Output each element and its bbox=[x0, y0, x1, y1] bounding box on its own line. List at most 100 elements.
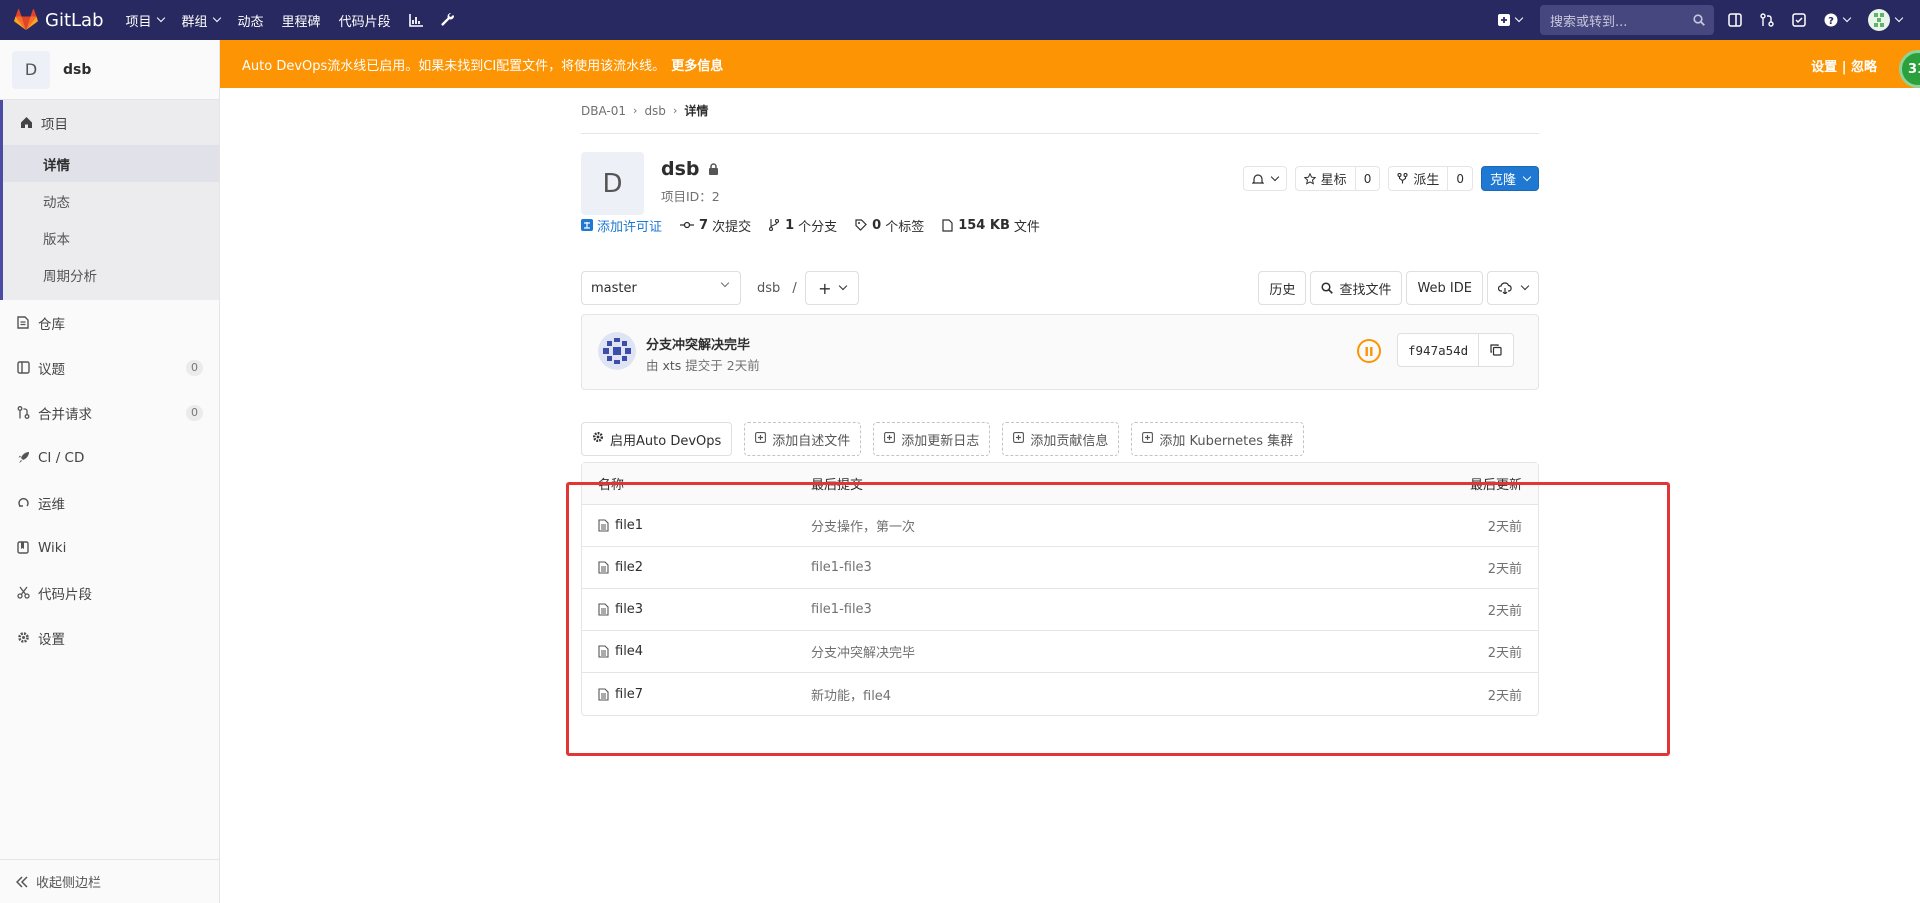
breadcrumb-current[interactable]: 详情 bbox=[684, 102, 708, 119]
rocket-icon bbox=[16, 451, 30, 465]
download-dropdown[interactable] bbox=[1487, 271, 1539, 305]
sidebar-item-label: 设置 bbox=[38, 631, 65, 648]
banner-more-info-link[interactable]: 更多信息 bbox=[671, 55, 723, 74]
add-contributing-button[interactable]: 添加贡献信息 bbox=[1002, 422, 1120, 456]
add-changelog-button[interactable]: 添加更新日志 bbox=[873, 422, 991, 456]
plus-square-icon bbox=[1142, 431, 1154, 447]
commit-time: 提交于 2天前 bbox=[685, 358, 760, 373]
nav-groups[interactable]: 群组 bbox=[181, 11, 221, 30]
sidebar-item-merge-requests[interactable]: 合并请求 0 bbox=[0, 390, 219, 435]
highlight-box bbox=[566, 482, 1670, 756]
repo-path-separator: / bbox=[792, 280, 797, 296]
breadcrumb-project[interactable]: dsb bbox=[644, 104, 666, 118]
copy-icon[interactable] bbox=[1479, 334, 1513, 366]
wrench-icon[interactable] bbox=[441, 13, 455, 27]
sidebar-item-settings[interactable]: 设置 bbox=[0, 615, 219, 660]
commit-by: 由 bbox=[646, 358, 659, 373]
nav-projects-label: 项目 bbox=[125, 14, 152, 30]
help-icon[interactable]: ? bbox=[1824, 13, 1852, 27]
chevron-down-icon bbox=[1842, 13, 1852, 23]
sidebar-item-snippets[interactable]: 代码片段 bbox=[0, 570, 219, 615]
avatar bbox=[1868, 9, 1890, 31]
sidebar-item-ci-cd[interactable]: CI / CD bbox=[0, 435, 219, 480]
pipeline-status-icon[interactable] bbox=[1357, 339, 1381, 363]
sidebar-sub-cycle-analytics[interactable]: 周期分析 bbox=[3, 256, 219, 293]
star-button[interactable]: 星标 bbox=[1294, 166, 1356, 191]
operations-icon bbox=[16, 496, 30, 510]
chevron-down-icon bbox=[838, 281, 847, 291]
commit-title[interactable]: 分支冲突解决完毕 bbox=[646, 334, 750, 353]
scissors-icon bbox=[16, 586, 30, 600]
sidebar-sub-activity[interactable]: 动态 bbox=[3, 182, 219, 219]
breadcrumb-group[interactable]: DBA-01 bbox=[581, 104, 626, 118]
merge-requests-count-badge: 0 bbox=[186, 405, 203, 421]
collapse-sidebar-button[interactable]: 收起侧边栏 bbox=[0, 859, 220, 903]
new-item-dropdown[interactable] bbox=[1498, 13, 1524, 26]
notification-dropdown[interactable] bbox=[1242, 166, 1287, 191]
add-to-tree-dropdown[interactable]: + bbox=[804, 271, 859, 305]
nav-snippets[interactable]: 代码片段 bbox=[339, 11, 391, 30]
sidebar-item-wiki[interactable]: Wiki bbox=[0, 525, 219, 570]
fork-count[interactable]: 0 bbox=[1448, 166, 1473, 191]
repo-path: dsb / bbox=[757, 281, 797, 296]
project-avatar: D bbox=[12, 50, 50, 89]
sidebar-sub-details[interactable]: 详情 bbox=[3, 145, 219, 182]
sidebar-panel-icon[interactable] bbox=[1728, 13, 1742, 27]
nav-activity[interactable]: 动态 bbox=[238, 11, 264, 30]
fork-label: 派生 bbox=[1413, 173, 1440, 188]
banner-settings-link[interactable]: 设置 bbox=[1811, 60, 1837, 75]
merge-request-icon bbox=[16, 406, 30, 420]
add-readme-button[interactable]: 添加自述文件 bbox=[744, 422, 862, 456]
sidebar-section-project: 项目 详情 动态 版本 周期分析 bbox=[0, 100, 219, 300]
sidebar-project-header[interactable]: D dsb bbox=[0, 40, 219, 100]
enable-auto-devops-label: 启用Auto DevOps bbox=[610, 433, 722, 449]
gear-icon bbox=[592, 431, 604, 447]
last-commit-panel: 分支冲突解决完毕 由 xts 提交于 2天前 f947a54d bbox=[581, 314, 1539, 390]
sidebar-item-repository[interactable]: 仓库 bbox=[0, 300, 219, 345]
top-nav-menu: 项目 群组 动态 里程碑 代码片段 bbox=[126, 11, 473, 30]
history-button[interactable]: 历史 bbox=[1258, 271, 1307, 305]
chevron-right-icon: › bbox=[672, 104, 678, 117]
star-count[interactable]: 0 bbox=[1355, 166, 1381, 191]
commit-author[interactable]: xts bbox=[663, 358, 682, 373]
breadcrumb: DBA-01 › dsb › 详情 bbox=[581, 88, 1539, 134]
web-ide-button[interactable]: Web IDE bbox=[1406, 271, 1483, 305]
chevron-down-icon bbox=[720, 278, 730, 288]
add-kubernetes-button[interactable]: 添加 Kubernetes 集群 bbox=[1131, 422, 1305, 456]
gitlab-logo[interactable]: GitLab bbox=[14, 0, 104, 40]
commit-sha[interactable]: f947a54d bbox=[1398, 334, 1480, 366]
book-icon bbox=[16, 541, 30, 555]
sidebar-sub-releases[interactable]: 版本 bbox=[3, 219, 219, 256]
branch-selector[interactable]: master bbox=[581, 271, 741, 305]
star-icon bbox=[1303, 172, 1316, 185]
find-file-button[interactable]: 查找文件 bbox=[1310, 271, 1403, 305]
fork-button[interactable]: 派生 bbox=[1388, 166, 1449, 191]
sidebar-item-label: CI / CD bbox=[38, 449, 85, 466]
clone-dropdown-button[interactable]: 克隆 bbox=[1480, 166, 1539, 191]
issues-count-badge: 0 bbox=[186, 360, 203, 376]
search-input[interactable]: 搜索或转到... bbox=[1540, 5, 1714, 35]
add-changelog-label: 添加更新日志 bbox=[901, 433, 980, 449]
nav-projects[interactable]: 项目 bbox=[125, 11, 165, 30]
commit-author-avatar[interactable] bbox=[598, 332, 636, 370]
sidebar-item-operations[interactable]: 运维 bbox=[0, 480, 219, 525]
nav-milestones[interactable]: 里程碑 bbox=[282, 11, 321, 30]
enable-auto-devops-button[interactable]: 启用Auto DevOps bbox=[581, 422, 733, 456]
add-contributing-label: 添加贡献信息 bbox=[1030, 433, 1109, 449]
sidebar-item-issues[interactable]: 议题 0 bbox=[0, 345, 219, 390]
todo-icon[interactable] bbox=[1792, 13, 1806, 27]
banner-dismiss-link[interactable]: 忽略 bbox=[1851, 60, 1877, 75]
repo-path-root[interactable]: dsb bbox=[757, 281, 780, 296]
bell-icon bbox=[1251, 173, 1264, 184]
user-avatar-menu[interactable] bbox=[1868, 9, 1904, 31]
commit-meta: 由 xts 提交于 2天前 bbox=[646, 355, 760, 374]
nav-groups-label: 群组 bbox=[181, 14, 208, 30]
sidebar-item-project[interactable]: 项目 bbox=[3, 100, 219, 145]
banner-separator: | bbox=[1841, 60, 1847, 75]
project-name: dsb bbox=[661, 158, 700, 180]
chart-icon[interactable] bbox=[408, 13, 423, 27]
plus-square-icon bbox=[1013, 431, 1025, 447]
search-placeholder: 搜索或转到... bbox=[1550, 14, 1628, 30]
find-file-label: 查找文件 bbox=[1339, 282, 1392, 298]
merge-request-icon[interactable] bbox=[1760, 13, 1774, 27]
